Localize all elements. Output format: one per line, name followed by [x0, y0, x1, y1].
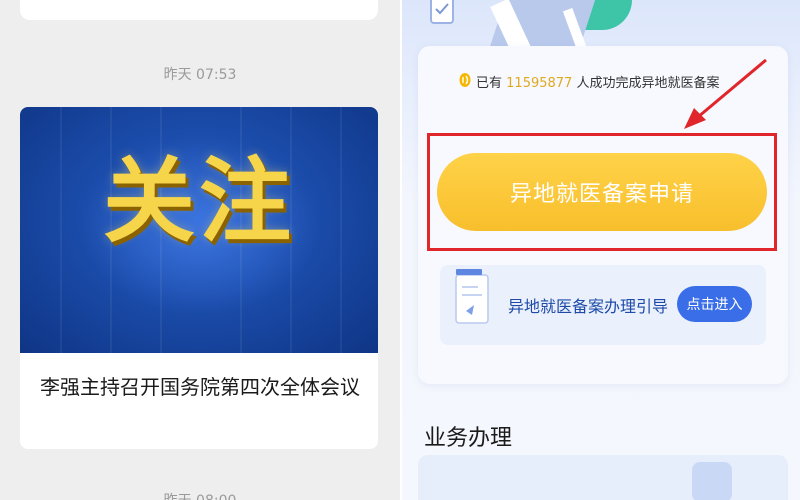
filing-count: 11595877: [506, 76, 573, 91]
previous-message-card[interactable]: [20, 0, 378, 20]
filing-count-notice: 已有 11595877 人成功完成异地就医备案: [476, 72, 719, 91]
screenshot-stage: 昨天 07:53 关注 李强主持召开国务院第四次全体会议 昨天 08:00: [0, 0, 800, 500]
notice-prefix: 已有: [476, 76, 503, 91]
article-title: 李强主持召开国务院第四次全体会议: [40, 375, 360, 399]
banner-headline: 关注: [102, 147, 295, 255]
checkbox-icon: [430, 0, 454, 24]
section-title: 业务办理: [424, 426, 513, 451]
document-icon: [455, 269, 489, 324]
message-timestamp: 昨天 07:53: [163, 67, 237, 83]
enter-guide-button[interactable]: 点击进入: [677, 286, 752, 322]
speaker-icon: [459, 73, 471, 87]
business-card[interactable]: [418, 455, 788, 500]
filing-guide-label: 异地就医备案办理引导: [508, 297, 669, 316]
business-card-icon: [692, 462, 732, 500]
chat-feed: 昨天 07:53 关注 李强主持召开国务院第四次全体会议 昨天 08:00: [0, 0, 400, 500]
article-card[interactable]: 关注 李强主持召开国务院第四次全体会议: [20, 107, 378, 449]
notice-suffix: 人成功完成异地就医备案: [576, 76, 720, 91]
apply-filing-button[interactable]: 异地就医备案申请: [437, 153, 767, 231]
message-timestamp: 昨天 08:00: [0, 490, 400, 500]
article-banner-image: 关注: [20, 107, 378, 353]
